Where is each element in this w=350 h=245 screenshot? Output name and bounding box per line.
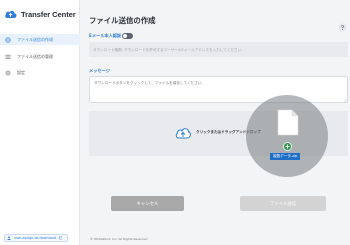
- external-link-icon: [59, 236, 63, 240]
- list-icon: [5, 54, 11, 60]
- gear-icon: [5, 70, 11, 76]
- message-textarea[interactable]: ダウンロードボタンをクリックして、ファイルを保存してください。: [89, 76, 348, 103]
- dragging-file-name: 複数データ.zip: [270, 153, 301, 160]
- user-account-link[interactable]: user-assign.wt.download: [4, 234, 68, 242]
- sidebar: Transfer Center ファイル送信の作成 ファイル送信の管理 設定 u…: [0, 0, 80, 245]
- link-icon: [5, 36, 11, 43]
- info-icon[interactable]: [146, 16, 151, 22]
- email-auth-toggle[interactable]: [122, 32, 133, 39]
- plus-badge-icon: [283, 142, 292, 151]
- sidebar-item-settings[interactable]: 設定: [0, 67, 80, 78]
- document-icon: [277, 109, 299, 136]
- cancel-button[interactable]: キャンセル: [111, 196, 184, 211]
- main-content: ファイル送信の作成 Eメール本人認証 メッセージ ダウンロードボタンをクリックし…: [81, 0, 350, 245]
- sidebar-item-label: 設定: [17, 69, 25, 75]
- brand[interactable]: Transfer Center: [4, 9, 76, 19]
- resize-grip-icon[interactable]: [343, 98, 347, 102]
- sidebar-item-label: ファイル送信の管理: [17, 53, 53, 59]
- sidebar-item-create-transfer[interactable]: ファイル送信の作成: [0, 34, 80, 45]
- email-input[interactable]: [89, 42, 348, 57]
- app-name: Transfer Center: [21, 9, 76, 19]
- copyright-text: © WhitePoint, Inc. All Rights Reserved: [90, 237, 148, 241]
- cloud-logo-icon: [5, 10, 17, 18]
- user-icon: [7, 236, 11, 240]
- sidebar-item-manage-transfers[interactable]: ファイル送信の管理: [0, 51, 80, 62]
- user-label: user-assign.wt.download: [14, 236, 56, 240]
- message-label: メッセージ: [89, 68, 110, 73]
- toggle-knob: [123, 33, 127, 38]
- cloud-upload-icon: [175, 128, 191, 139]
- sidebar-item-label: ファイル送信の作成: [17, 36, 53, 42]
- email-auth-label: Eメール本人認証: [89, 33, 122, 38]
- send-file-button[interactable]: ファイル送信: [240, 196, 326, 211]
- help-icon[interactable]: [338, 23, 347, 32]
- drag-preview: 複数データ.zip: [246, 95, 328, 177]
